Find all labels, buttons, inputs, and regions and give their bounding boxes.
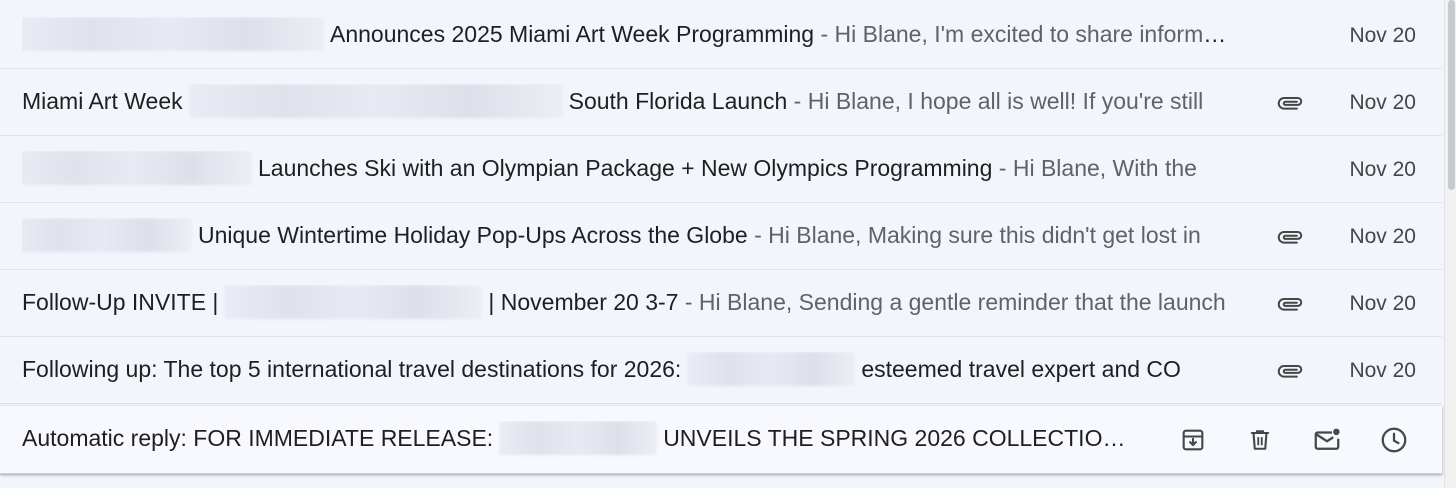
redacted-sender: [22, 217, 192, 252]
vertical-scrollbar[interactable]: [1444, 0, 1456, 488]
redacted-sender: [22, 16, 324, 51]
email-snippet: - Hi Blane, Sending a gentle reminder th…: [678, 288, 1226, 315]
email-row[interactable]: Launches Ski with an Olympian Package + …: [0, 137, 1442, 203]
email-subject: Unique Wintertime Holiday Pop-Ups Across…: [198, 221, 748, 248]
mark-unread-icon[interactable]: [1309, 422, 1345, 458]
email-line: Following up: The top 5 international tr…: [22, 351, 1232, 390]
email-date: Nov 20: [1349, 90, 1416, 114]
email-snippet: - Hi Blane, I'm excited to share informa…: [814, 20, 1232, 47]
email-snippet: - Hi Blane, With the: [992, 154, 1197, 181]
email-date: Nov 20: [1349, 157, 1416, 181]
email-line: Follow-Up INVITE | | November 20 3-7 - Hi…: [22, 284, 1232, 323]
email-subject: Follow-Up INVITE |: [22, 288, 219, 315]
redacted-text: [224, 284, 483, 319]
redacted-text: [499, 420, 658, 455]
redacted-sender: [22, 150, 252, 185]
archive-icon[interactable]: [1175, 422, 1211, 458]
snooze-icon[interactable]: [1376, 422, 1412, 458]
email-snippet: - Hi Blane, Making sure this didn't get …: [747, 221, 1201, 248]
scrollbar-thumb[interactable]: [1448, 0, 1455, 190]
email-row-hovered[interactable]: Automatic reply: FOR IMMEDIATE RELEASE: U…: [0, 406, 1442, 474]
email-subject: Following up: The top 5 international tr…: [22, 355, 682, 382]
delete-icon[interactable]: [1242, 422, 1278, 458]
email-row[interactable]: Miami Art Week South Florida Launch - Hi …: [0, 70, 1442, 136]
email-snippet: - Hi Blane, I hope all is well! If you'r…: [787, 87, 1204, 114]
email-line: Miami Art Week South Florida Launch - Hi …: [22, 83, 1232, 122]
email-subject: UNVEILS THE SPRING 2026 COLLECTION: [663, 424, 1120, 451]
email-subject: Launches Ski with an Olympian Package + …: [258, 154, 993, 181]
email-date: Nov 20: [1349, 291, 1416, 315]
email-line: Unique Wintertime Holiday Pop-Ups Across…: [22, 217, 1232, 256]
email-subject: Announces 2025 Miami Art Week Programmin…: [330, 20, 815, 47]
email-line: Launches Ski with an Olympian Package + …: [22, 150, 1232, 189]
attachment-icon: [1272, 353, 1308, 389]
attachment-icon: [1272, 85, 1308, 121]
redacted-text: [188, 83, 563, 118]
redacted-text: [687, 351, 856, 386]
attachment-icon: [1272, 219, 1308, 255]
email-line: Announces 2025 Miami Art Week Programmin…: [22, 16, 1232, 55]
attachment-icon: [1272, 286, 1308, 322]
email-row[interactable]: Announces 2025 Miami Art Week Programmin…: [0, 3, 1442, 69]
email-date: Nov 20: [1349, 23, 1416, 47]
email-list: Announces 2025 Miami Art Week Programmin…: [0, 0, 1442, 488]
email-subject: Automatic reply: FOR IMMEDIATE RELEASE:: [22, 424, 494, 451]
email-row[interactable]: Following up: The top 5 international tr…: [0, 338, 1442, 404]
row-hover-actions: [1175, 422, 1412, 458]
email-subject: esteemed travel expert and CO: [861, 355, 1181, 382]
email-subject: | November 20 3-7: [488, 288, 679, 315]
email-subject: South Florida Launch: [568, 87, 788, 114]
email-date: Nov 20: [1349, 358, 1416, 382]
email-date: Nov 20: [1349, 224, 1416, 248]
email-subject: Miami Art Week: [22, 87, 183, 114]
email-line: Automatic reply: FOR IMMEDIATE RELEASE: U…: [22, 420, 1142, 459]
email-row[interactable]: Follow-Up INVITE | | November 20 3-7 - Hi…: [0, 271, 1442, 337]
email-row[interactable]: Unique Wintertime Holiday Pop-Ups Across…: [0, 204, 1442, 270]
